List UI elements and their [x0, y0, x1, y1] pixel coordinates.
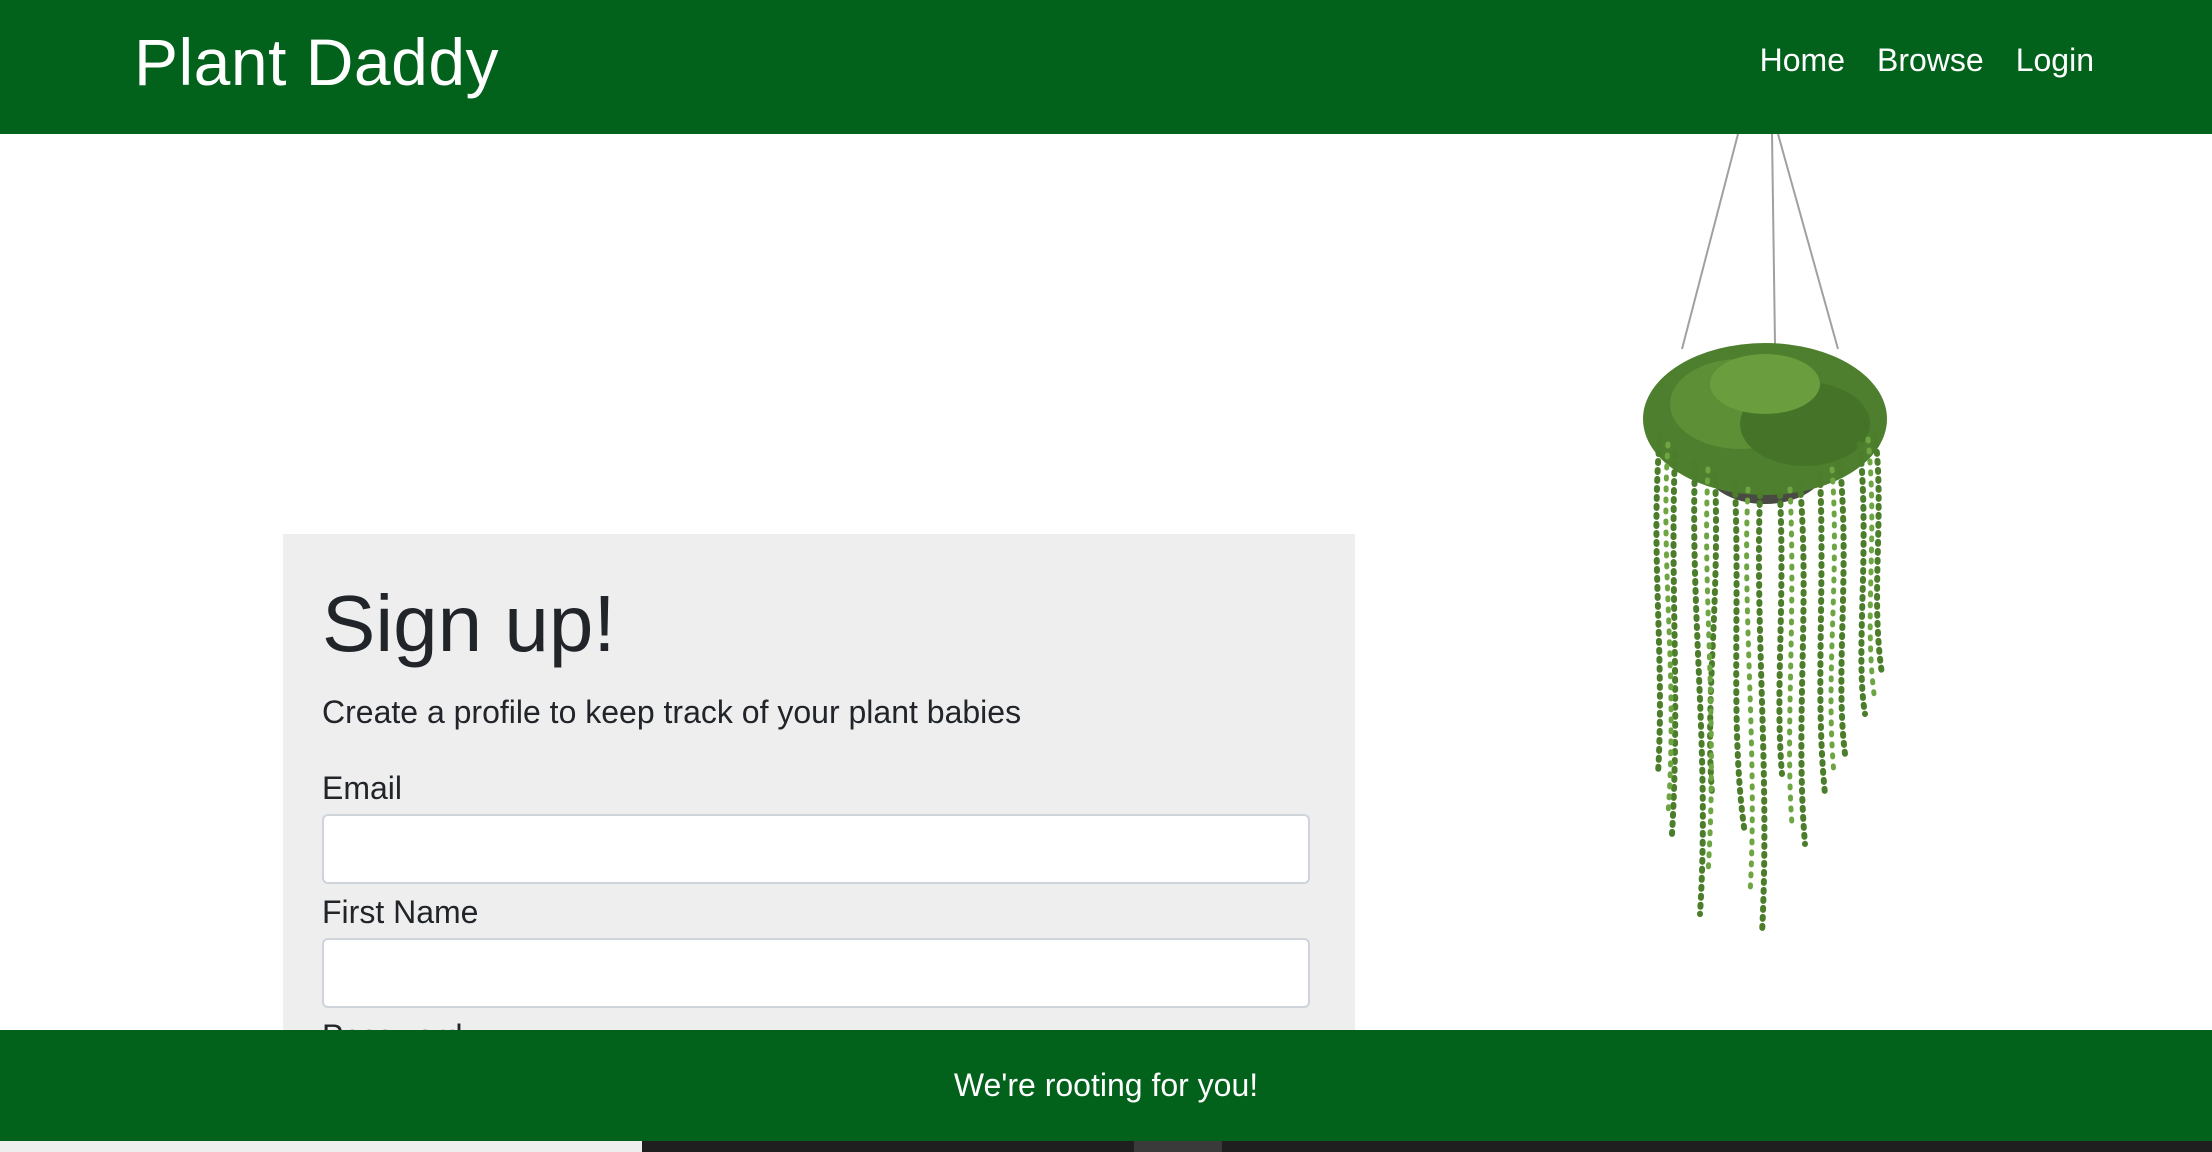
brand-logo-link[interactable]: Plant Daddy	[134, 22, 499, 102]
hanging-plant-icon	[1643, 134, 1887, 937]
nav-links: Home Browse Login	[1760, 38, 2094, 82]
page: Plant Daddy Home Browse Login Sign up! C…	[0, 0, 2212, 1152]
email-label: Email	[322, 770, 403, 806]
signup-card: Sign up! Create a profile to keep track …	[283, 534, 1355, 1054]
nav-link-home[interactable]: Home	[1760, 38, 1845, 82]
footer: We're rooting for you!	[0, 1030, 2212, 1141]
first-name-field[interactable]	[322, 938, 1310, 1008]
nav-link-browse[interactable]: Browse	[1877, 38, 1984, 82]
taskbar-strip	[0, 1141, 2212, 1152]
navbar: Plant Daddy Home Browse Login	[0, 0, 2212, 134]
first-name-label: First Name	[322, 894, 479, 930]
taskbar-active-segment	[1134, 1141, 1222, 1152]
taskbar-left-segment	[0, 1141, 642, 1152]
nav-link-login[interactable]: Login	[2016, 38, 2094, 82]
signup-subtitle: Create a profile to keep track of your p…	[322, 694, 1022, 730]
email-field[interactable]	[322, 814, 1310, 884]
signup-title: Sign up!	[322, 579, 616, 668]
footer-text: We're rooting for you!	[953, 1067, 1259, 1103]
